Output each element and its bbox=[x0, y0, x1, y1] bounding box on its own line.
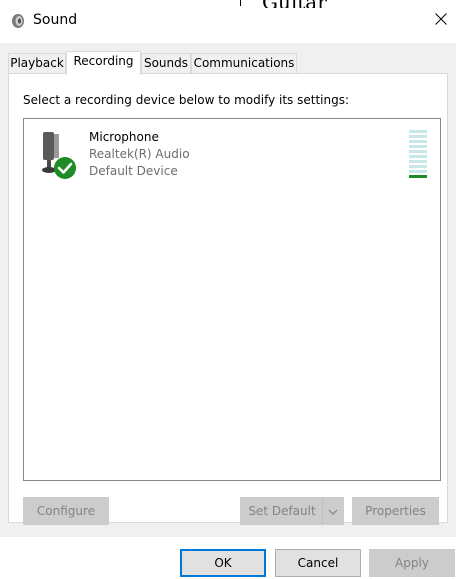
apply-button[interactable]: Apply bbox=[369, 549, 455, 577]
level-bar bbox=[409, 140, 427, 143]
device-driver: Realtek(R) Audio bbox=[89, 147, 190, 161]
checkmark-badge-icon bbox=[54, 157, 76, 179]
level-bar bbox=[409, 145, 427, 148]
tab-sounds[interactable]: Sounds bbox=[141, 53, 191, 73]
close-icon bbox=[435, 12, 447, 28]
level-bar bbox=[409, 170, 427, 173]
recording-panel: Select a recording device below to modif… bbox=[8, 73, 448, 525]
device-list[interactable]: Microphone Realtek(R) Audio Default Devi… bbox=[23, 118, 441, 481]
tab-communications[interactable]: Communications bbox=[191, 53, 297, 73]
level-bar bbox=[409, 175, 427, 178]
background-artifact-line bbox=[240, 0, 241, 6]
level-bar bbox=[409, 130, 427, 133]
set-default-dropdown[interactable] bbox=[322, 498, 343, 524]
level-bar bbox=[409, 165, 427, 168]
speaker-icon bbox=[10, 13, 26, 29]
device-status: Default Device bbox=[89, 164, 178, 178]
level-bar bbox=[409, 150, 427, 153]
level-bar bbox=[409, 135, 427, 138]
set-default-label: Set Default bbox=[248, 504, 316, 518]
window-title: Sound bbox=[33, 12, 78, 28]
level-bar bbox=[409, 160, 427, 163]
configure-button[interactable]: Configure bbox=[23, 497, 109, 525]
instruction-text: Select a recording device below to modif… bbox=[23, 93, 350, 107]
ok-button[interactable]: OK bbox=[180, 549, 266, 577]
background-artifact-text: Guitar bbox=[262, 0, 327, 8]
level-meter bbox=[409, 130, 427, 180]
cancel-button[interactable]: Cancel bbox=[275, 549, 361, 577]
close-button[interactable] bbox=[426, 4, 456, 36]
tab-recording[interactable]: Recording bbox=[66, 51, 141, 75]
level-bar bbox=[409, 155, 427, 158]
set-default-button[interactable]: Set Default bbox=[240, 497, 344, 525]
dialog-body: Playback Recording Sounds Communications… bbox=[0, 43, 456, 537]
chevron-down-icon bbox=[328, 498, 338, 524]
microphone-icon bbox=[38, 129, 78, 181]
properties-button[interactable]: Properties bbox=[352, 497, 439, 525]
tab-playback[interactable]: Playback bbox=[8, 53, 66, 73]
title-bar[interactable]: Guitar Sound bbox=[0, 0, 456, 43]
sound-dialog: Guitar Sound Playback Recording Sounds C… bbox=[0, 0, 456, 579]
device-row-microphone[interactable]: Microphone Realtek(R) Audio Default Devi… bbox=[25, 120, 439, 182]
dialog-footer: OK Cancel Apply bbox=[0, 537, 456, 579]
device-name: Microphone bbox=[89, 130, 159, 144]
